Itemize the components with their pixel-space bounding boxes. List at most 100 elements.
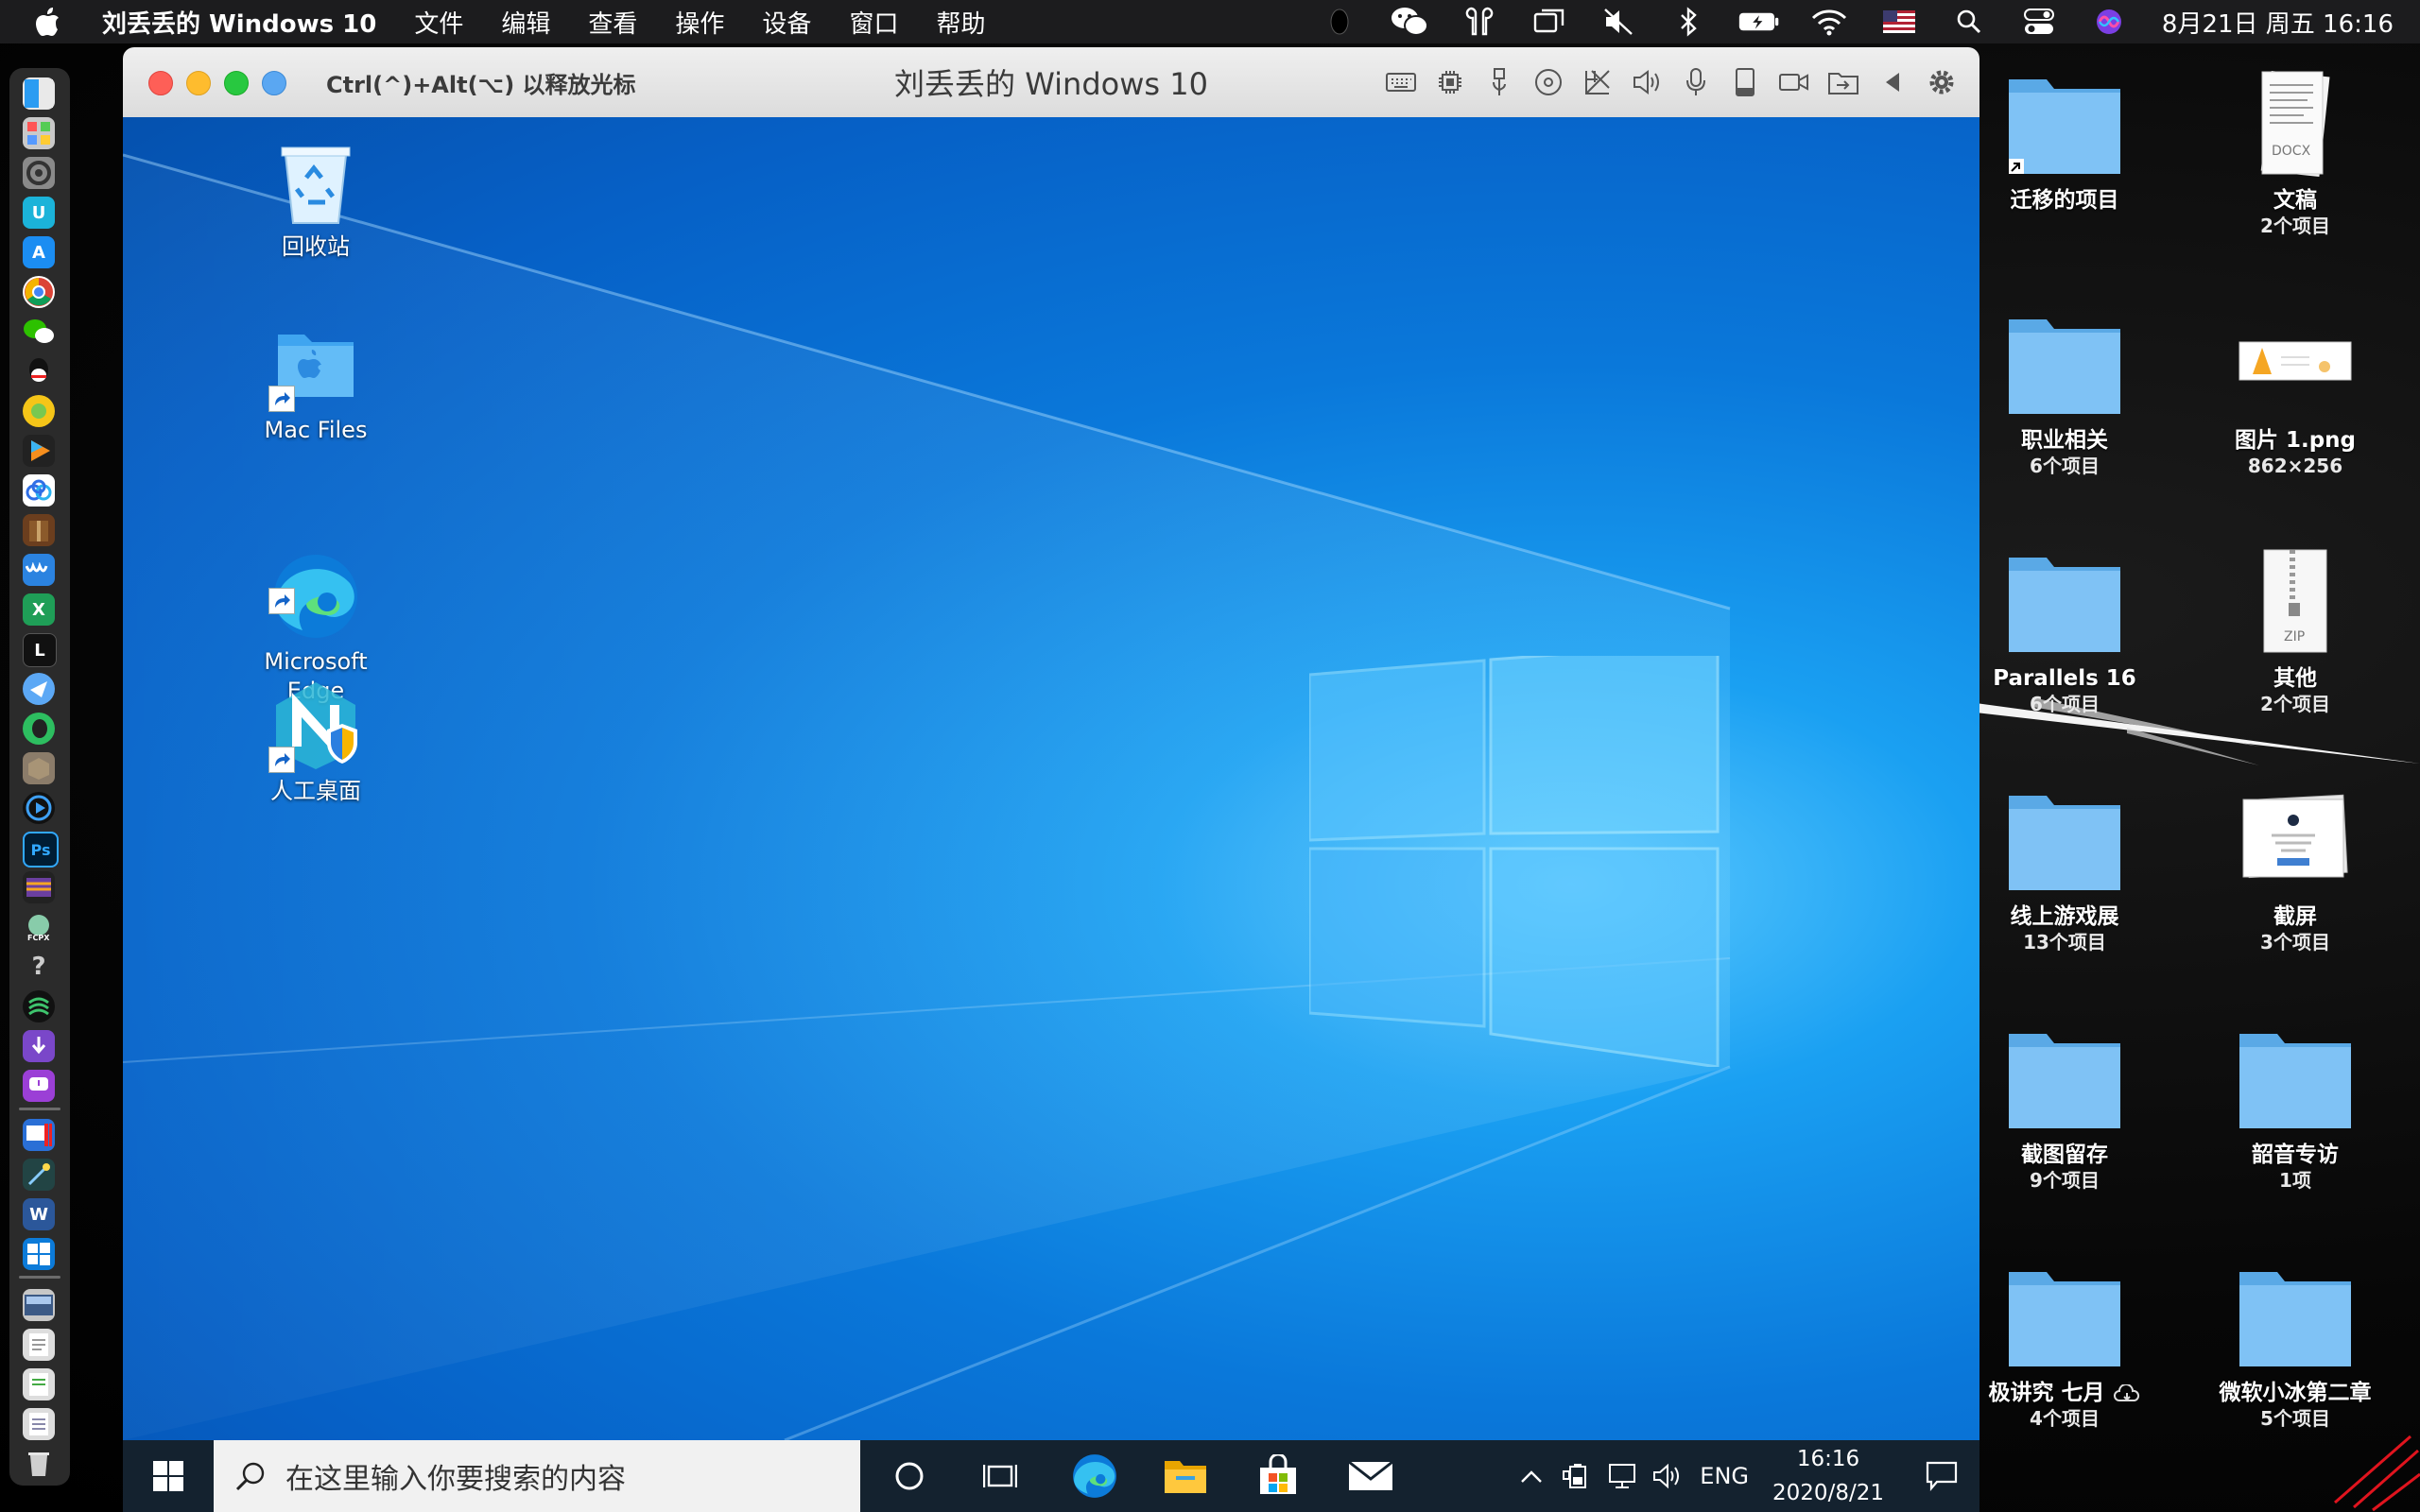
app-wand-icon[interactable] [23,1159,55,1191]
windows-vm-icon[interactable] [23,1238,55,1270]
menu-view[interactable]: 查看 [569,0,656,43]
downie-icon[interactable] [23,1030,55,1062]
menu-window[interactable]: 窗口 [830,0,917,43]
desktop-item-xiaoice-chapter2[interactable]: 微软小冰第二章 5个项目 [2180,1261,2411,1431]
desktop-item-online-game-show[interactable]: 线上游戏展 13个项目 [1949,784,2180,954]
close-window-button[interactable] [148,71,173,95]
finder-icon[interactable] [23,77,55,110]
file-explorer-button[interactable] [1140,1440,1231,1512]
trash-icon[interactable] [23,1448,55,1480]
mute-icon[interactable] [1599,0,1640,43]
app-store-icon[interactable]: A [23,236,55,268]
desktop-item-image-png[interactable]: 图片 1.png 862×256 [2180,308,2411,478]
airpods-icon[interactable] [1459,0,1500,43]
coherence-button[interactable] [262,71,286,95]
desktop-item-screenshot-archive[interactable]: 截图留存 9个项目 [1949,1022,2180,1193]
camera-icon[interactable] [1770,47,1819,117]
apple-menu-icon[interactable] [0,0,83,43]
desktop-item-career[interactable]: 职业相关 6个项目 [1949,308,2180,478]
usb-icon[interactable] [1475,47,1524,117]
mouse-icon[interactable] [1319,0,1360,43]
system-preferences-icon[interactable] [23,157,55,189]
taskbar-clock[interactable]: 16:16 2020/8/21 [1762,1442,1894,1510]
desktop-item-screenshots[interactable]: 截屏 3个项目 [2180,784,2411,954]
quicktime-icon[interactable] [23,792,55,824]
baidu-netdisk-icon[interactable] [23,474,55,507]
shared-folders-icon[interactable] [1819,47,1868,117]
fcpx-plugin-icon[interactable]: FCPX [23,911,55,943]
desktop-item-jijiangjiu-july[interactable]: 极讲究 七月 4个项目 [1949,1261,2180,1431]
input-source-flag-icon[interactable] [1878,0,1920,43]
action-center-button[interactable] [1904,1440,1979,1512]
app-medal-icon[interactable] [23,395,55,427]
wechat-dock-icon[interactable] [23,316,55,348]
app-u-icon[interactable]: U [23,197,55,229]
cd-dvd-icon[interactable] [1524,47,1573,117]
bluetooth-icon[interactable] [1668,0,1710,43]
mail-button[interactable] [1325,1440,1416,1512]
qq-icon[interactable] [23,355,55,387]
rengong-desktop-shortcut[interactable]: 人工桌面 [245,679,387,806]
app-box-icon[interactable] [23,752,55,784]
minimize-window-button[interactable] [186,71,211,95]
network-tray-icon[interactable] [1599,1440,1645,1512]
microsoft-store-button[interactable] [1233,1440,1323,1512]
cpu-icon[interactable] [1426,47,1475,117]
network-icon[interactable] [1573,47,1622,117]
show-hidden-icons-chevron-icon[interactable] [1509,1440,1554,1512]
taskbar-search-box[interactable]: 在这里输入你要搜索的内容 [214,1440,860,1512]
screen-mirroring-icon[interactable] [1529,0,1570,43]
control-center-icon[interactable] [2018,0,2060,43]
the-unarchiver-icon[interactable] [23,514,55,546]
menu-app-name[interactable]: 刘丢丢的 Windows 10 [83,0,395,43]
volume-tray-icon[interactable] [1645,1440,1690,1512]
recent-sheet-icon[interactable] [23,1368,55,1400]
start-button[interactable] [123,1440,214,1512]
siri-icon[interactable] [2088,0,2130,43]
taskbar-edge-button[interactable] [1049,1440,1140,1512]
menu-actions[interactable]: 操作 [656,0,743,43]
app-wave-icon[interactable] [23,554,55,586]
help-question-icon[interactable]: ? [23,951,55,983]
input-language-indicator[interactable]: ENG [1700,1463,1749,1489]
menu-file[interactable]: 文件 [395,0,482,43]
desktop-item-shokz-interview[interactable]: 韶音专访 1项 [2180,1022,2411,1193]
app-spiral-icon[interactable] [23,990,55,1022]
spotlight-search-icon[interactable] [1948,0,1990,43]
battery-icon[interactable] [1738,0,1780,43]
menu-help[interactable]: 帮助 [917,0,1004,43]
sound-icon[interactable] [1622,47,1671,117]
battery-tray-icon[interactable] [1554,1440,1599,1512]
desktop-item-documents[interactable]: DOCX 文稿 2个项目 [2180,68,2411,238]
evernote-icon[interactable] [23,713,55,745]
photoshop-icon[interactable]: Ps [23,832,59,868]
desktop-item-migrated[interactable]: 迁移的项目 [1949,68,2180,214]
keyboard-icon[interactable] [1376,47,1426,117]
app-bird-icon[interactable] [23,673,55,705]
final-cut-pro-icon[interactable] [23,871,55,903]
launchpad-icon[interactable] [23,117,55,149]
desktop-item-other-zip[interactable]: ZIP 其他 2个项目 [2180,546,2411,716]
parallels-vm-icon[interactable] [23,1119,55,1151]
recent-file-thumbnail-icon[interactable] [23,1289,55,1321]
hard-disk-icon[interactable] [1720,47,1770,117]
word-icon[interactable]: W [23,1198,55,1230]
menubar-clock[interactable]: 8月21日 周五 16:16 [2162,5,2394,40]
recycle-bin-shortcut[interactable]: 回收站 [245,134,387,262]
chrome-icon[interactable] [23,276,55,308]
app-l-icon[interactable]: L [23,633,57,667]
infuse-icon[interactable] [23,435,55,467]
wechat-icon[interactable] [1389,0,1430,43]
collapse-toolbar-icon[interactable] [1868,47,1917,117]
app-chat-icon[interactable] [23,1070,55,1102]
microphone-icon[interactable] [1671,47,1720,117]
zoom-window-button[interactable] [224,71,249,95]
menu-devices[interactable]: 设备 [743,0,830,43]
downloads-stack-icon[interactable] [23,1408,55,1440]
excel-x-icon[interactable]: X [23,593,55,626]
cortana-button[interactable] [864,1440,955,1512]
wifi-icon[interactable] [1808,0,1850,43]
menu-edit[interactable]: 编辑 [482,0,569,43]
desktop-item-parallels16[interactable]: Parallels 16 6个项目 [1949,546,2180,716]
task-view-button[interactable] [955,1440,1046,1512]
